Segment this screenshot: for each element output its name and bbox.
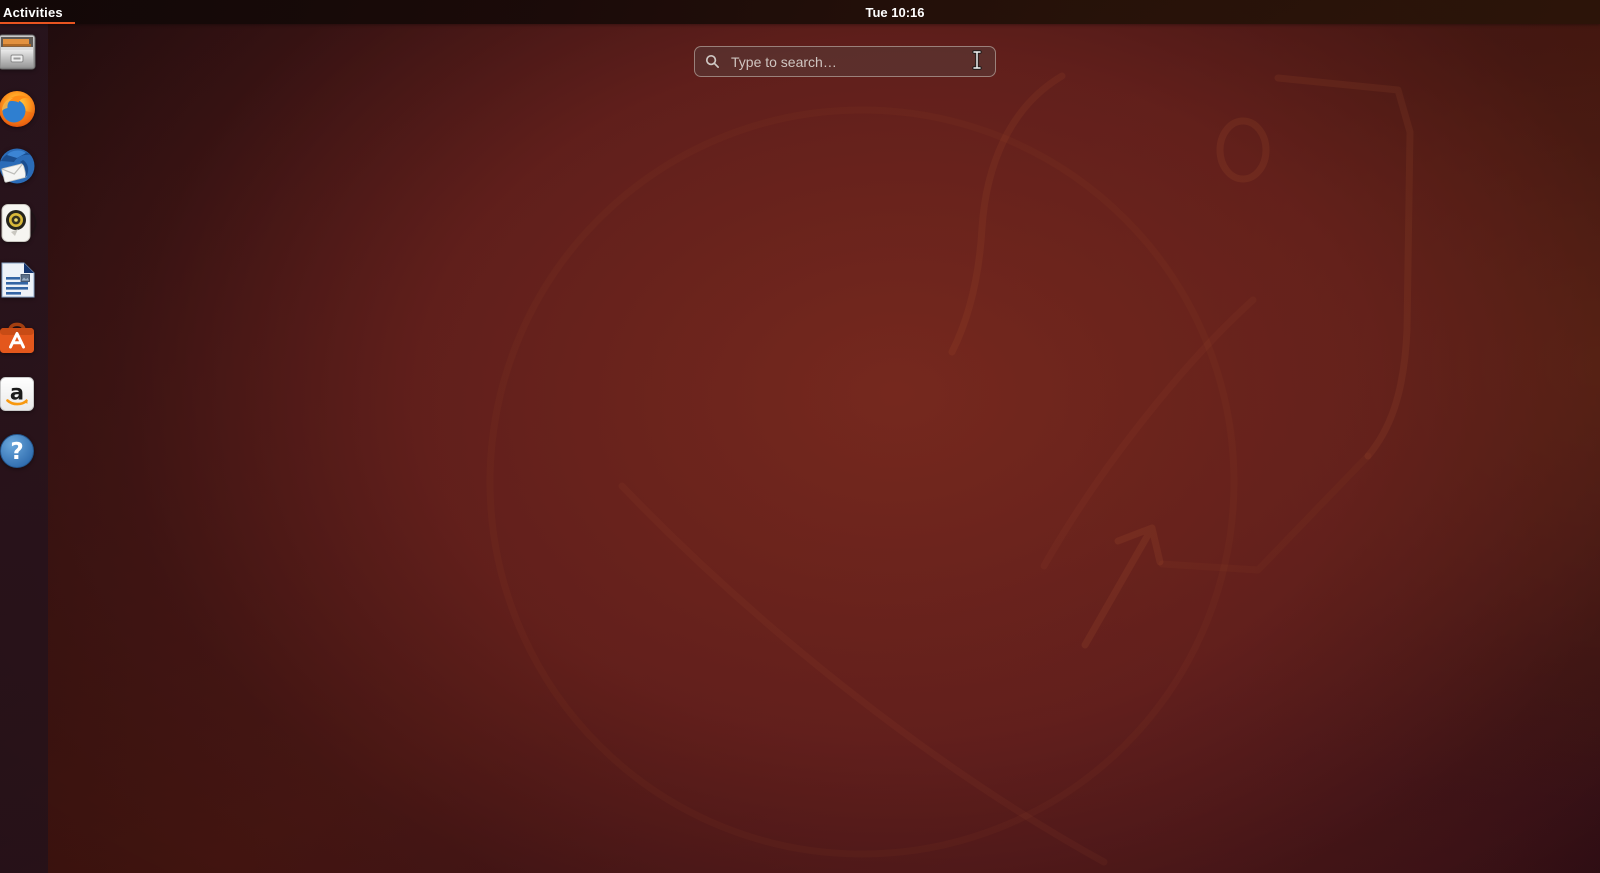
activities-active-indicator bbox=[0, 22, 75, 25]
dock-item-thunderbird[interactable] bbox=[0, 146, 37, 186]
search-icon bbox=[705, 54, 720, 69]
amazon-icon: a bbox=[0, 374, 37, 414]
dock-item-help[interactable]: ? bbox=[0, 431, 37, 471]
dock-item-firefox[interactable] bbox=[0, 89, 37, 129]
top-bar: Activities Tue 10:16 bbox=[0, 0, 1600, 24]
desktop-background: Activities Tue 10:16 bbox=[0, 0, 1600, 873]
ubuntu-software-icon bbox=[0, 317, 37, 357]
dock: a ? bbox=[0, 24, 48, 873]
wallpaper-pattern bbox=[0, 0, 1600, 873]
dock-item-rhythmbox[interactable] bbox=[0, 203, 37, 243]
rhythmbox-icon bbox=[0, 203, 37, 243]
files-icon bbox=[0, 32, 37, 72]
svg-text:a: a bbox=[10, 381, 24, 405]
activities-label: Activities bbox=[3, 5, 63, 20]
firefox-icon bbox=[0, 89, 37, 129]
thunderbird-icon bbox=[0, 146, 37, 186]
dock-item-files[interactable] bbox=[0, 32, 37, 72]
dock-item-ubuntu-software[interactable] bbox=[0, 317, 37, 357]
libreoffice-writer-icon bbox=[0, 260, 37, 300]
svg-text:?: ? bbox=[10, 439, 23, 465]
search-bar bbox=[694, 46, 996, 77]
dock-item-libreoffice-writer[interactable] bbox=[0, 260, 37, 300]
search-input[interactable] bbox=[729, 53, 985, 71]
dock-item-amazon[interactable]: a bbox=[0, 374, 37, 414]
help-icon: ? bbox=[0, 431, 37, 471]
activities-button[interactable]: Activities bbox=[0, 0, 75, 24]
clock[interactable]: Tue 10:16 bbox=[840, 0, 950, 24]
